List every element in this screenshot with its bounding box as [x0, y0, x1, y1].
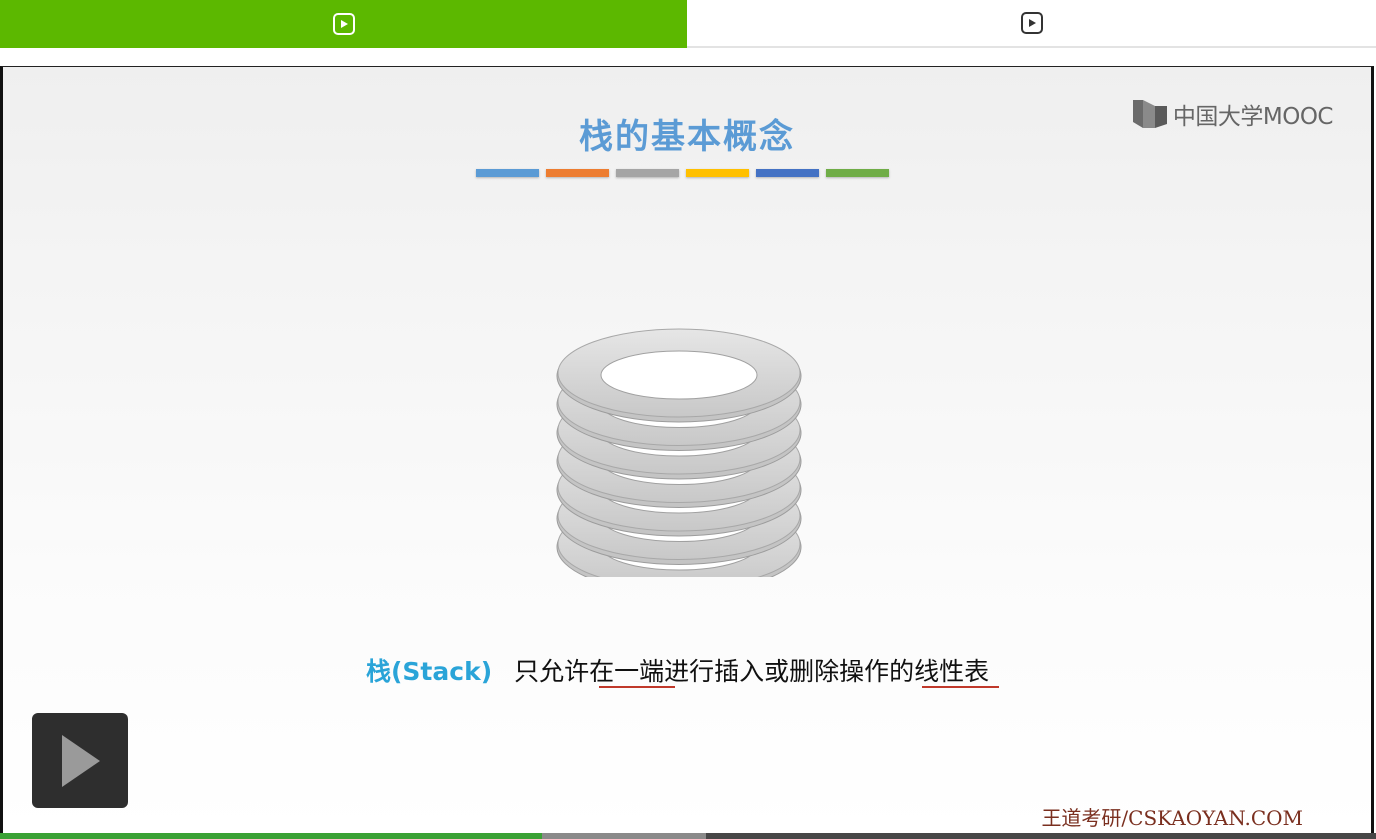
- title-color-bar-2: [546, 169, 609, 177]
- play-icon: [1020, 12, 1043, 34]
- title-color-bar-6: [826, 169, 889, 177]
- progress-played: [0, 833, 543, 839]
- slide-viewport: 栈的基本概念 中国大学MOOC 栈(Stack) 只允许在一端进行插入或删除操作…: [0, 66, 1374, 833]
- title-color-bar-3: [616, 169, 679, 177]
- video-tab-bar: [0, 0, 1376, 48]
- stack-definition: 栈(Stack) 只允许在一端进行插入或删除操作的线性表: [366, 652, 999, 688]
- stacked-plates-illustration: [556, 328, 802, 577]
- play-icon: [332, 13, 355, 35]
- video-progress-bar[interactable]: [0, 833, 1376, 839]
- mooc-logo-icon: [1132, 100, 1167, 128]
- underline-linear-list: [922, 686, 999, 688]
- mooc-logo-text: 中国大学MOOC: [1172, 104, 1334, 130]
- title-color-bar-5: [756, 169, 819, 177]
- tab-video-2[interactable]: [687, 0, 1376, 48]
- tab-video-1[interactable]: [0, 0, 687, 48]
- title-color-bar-4: [686, 169, 749, 177]
- definition-term: 栈(Stack): [366, 657, 493, 686]
- play-icon: [62, 734, 100, 787]
- title-color-bars: [476, 169, 889, 177]
- mooc-logo: 中国大学MOOC: [1131, 97, 1334, 131]
- underline-one-end: [599, 686, 675, 688]
- title-color-bar-1: [476, 169, 539, 177]
- big-play-button[interactable]: [32, 713, 128, 808]
- plate: [556, 328, 802, 423]
- watermark-text: 王道考研/CSKAOYAN.COM: [1041, 806, 1303, 830]
- definition-text: 只允许在一端进行插入或删除操作的线性表: [514, 657, 990, 686]
